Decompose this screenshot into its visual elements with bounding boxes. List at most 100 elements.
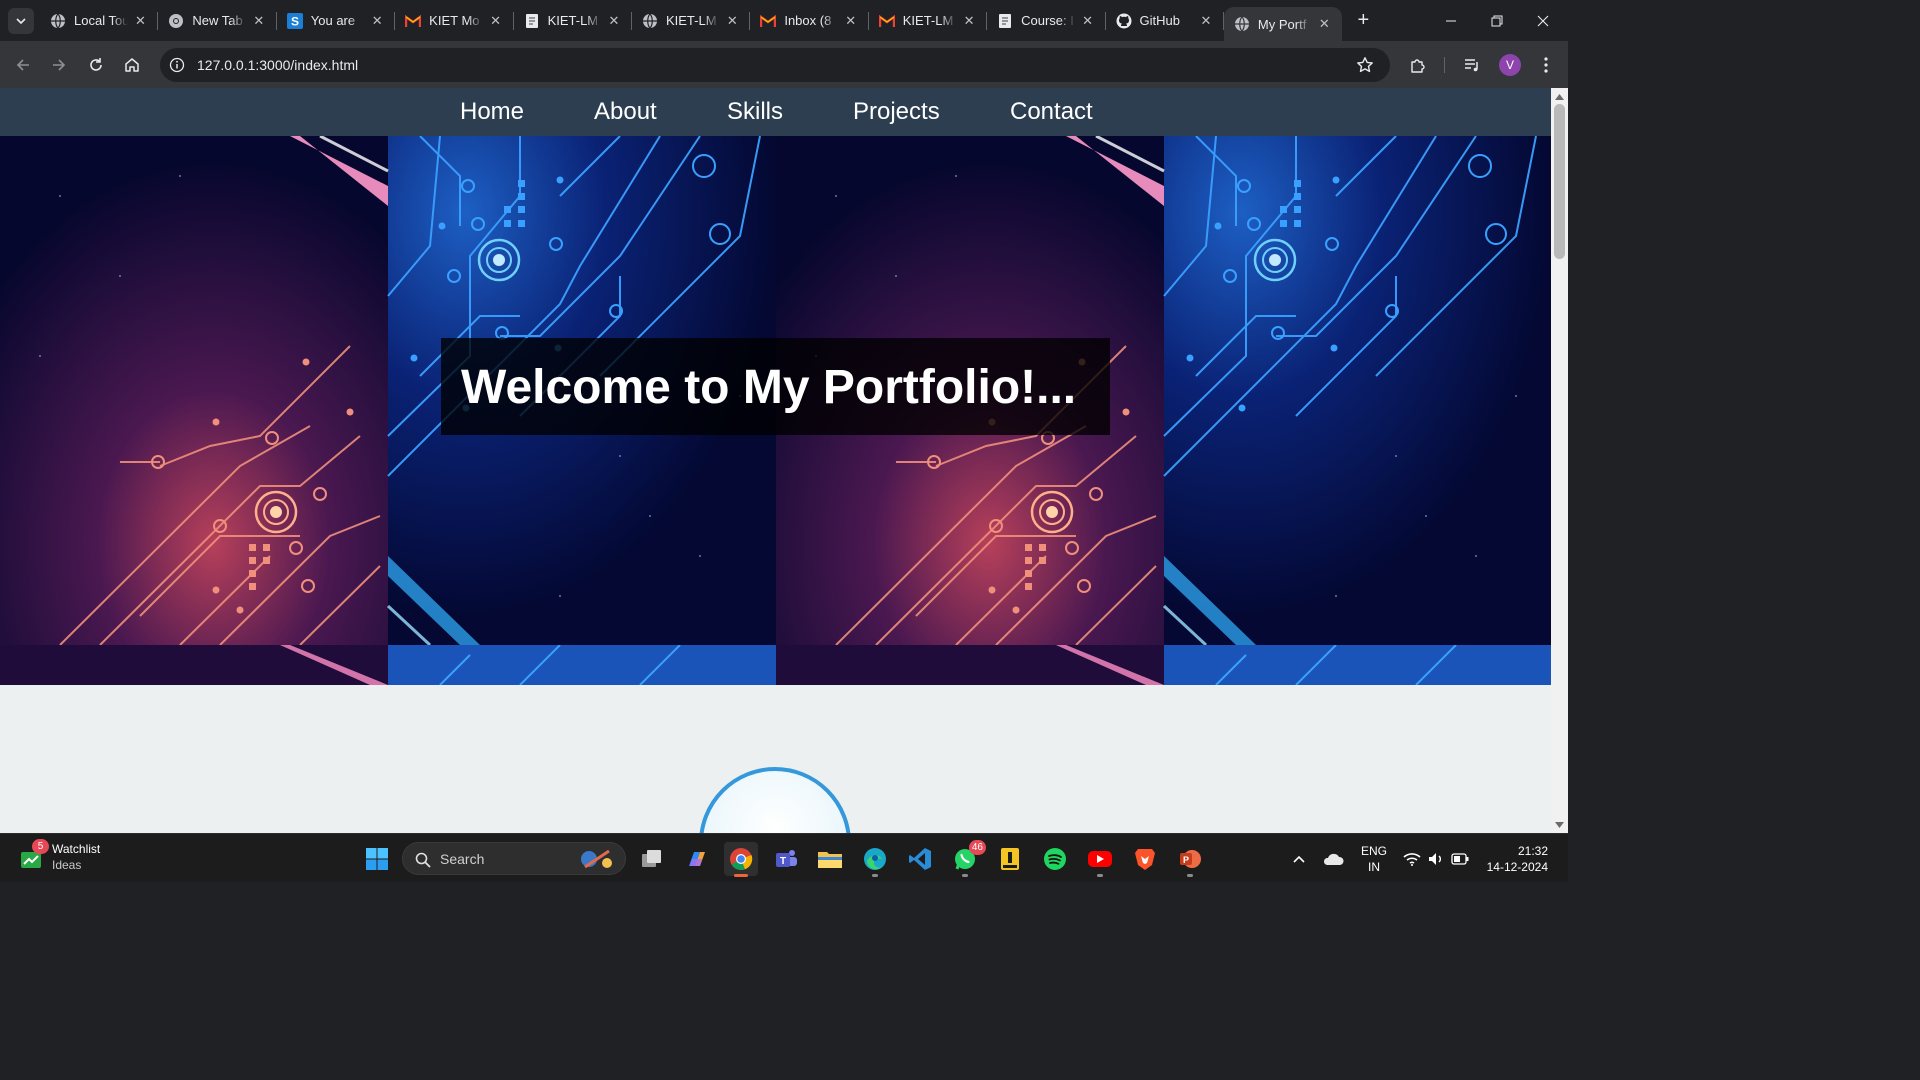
gmail-icon	[760, 13, 777, 29]
nav-home-link[interactable]: Home	[460, 98, 524, 126]
arrow-right-icon	[53, 59, 66, 71]
bookmark-star-icon[interactable]	[1356, 56, 1374, 74]
close-icon[interactable]: ✕	[606, 13, 622, 29]
whatsapp-button[interactable]: 46	[948, 840, 986, 877]
nav-contact-link[interactable]: Contact	[1010, 98, 1093, 126]
task-view-button[interactable]	[635, 842, 669, 876]
show-hidden-icons-button[interactable]	[1286, 842, 1312, 876]
copilot-button[interactable]	[680, 842, 714, 876]
close-icon[interactable]: ✕	[1198, 13, 1214, 29]
running-indicator	[962, 874, 968, 877]
notes-app-button[interactable]	[993, 842, 1027, 876]
chrome-icon	[730, 848, 753, 871]
tab-title: Inbox (8	[784, 13, 832, 28]
close-icon[interactable]: ✕	[843, 13, 859, 29]
tab-active[interactable]: My Portf ✕	[1223, 7, 1343, 41]
tab[interactable]: KIET-LM ✕	[514, 0, 632, 41]
edge-button[interactable]	[858, 842, 892, 877]
home-button[interactable]	[118, 51, 146, 79]
scrollbar-thumb[interactable]	[1554, 104, 1565, 259]
windows-logo-icon	[366, 848, 388, 870]
tab[interactable]: Inbox (8 ✕	[750, 0, 869, 41]
taskbar-search-box[interactable]: Search	[402, 842, 626, 875]
site-info-icon[interactable]	[169, 57, 185, 73]
tab-title: KIET-LM	[665, 13, 717, 28]
clock[interactable]: 21:32 14-12-2024	[1478, 842, 1558, 876]
widgets-button[interactable]: 5 Watchlist Ideas	[18, 839, 158, 876]
scroll-up-icon[interactable]	[1555, 92, 1564, 101]
globe-icon	[642, 13, 658, 29]
extensions-button[interactable]	[1404, 51, 1432, 79]
spotify-button[interactable]	[1038, 842, 1072, 876]
close-icon[interactable]: ✕	[724, 13, 740, 29]
minimize-button[interactable]	[1428, 0, 1474, 41]
start-button[interactable]	[360, 842, 394, 876]
back-button[interactable]	[9, 51, 37, 79]
brave-button[interactable]	[1128, 842, 1162, 876]
nav-projects-link[interactable]: Projects	[853, 98, 940, 126]
forward-button[interactable]	[45, 51, 73, 79]
restore-button[interactable]	[1474, 0, 1520, 41]
home-icon	[125, 58, 139, 72]
tab[interactable]: Local Tour ✕	[40, 0, 159, 41]
tab[interactable]: KIET-LM ✕	[632, 0, 751, 41]
tab-list: Local Tour ✕ New Tab ✕ S You are ✕ KIET …	[40, 0, 1378, 41]
address-bar[interactable]: 127.0.0.1:3000/index.html	[160, 48, 1390, 82]
close-icon[interactable]: ✕	[132, 13, 148, 29]
browser-menu-button[interactable]	[1532, 51, 1560, 79]
chrome-icon	[168, 13, 184, 29]
close-icon[interactable]: ✕	[488, 13, 504, 29]
vscode-button[interactable]	[903, 842, 937, 876]
close-icon[interactable]: ✕	[1080, 13, 1096, 29]
tab-search-button[interactable]	[8, 8, 34, 34]
copilot-icon	[689, 852, 705, 866]
nav-skills-link[interactable]: Skills	[727, 98, 783, 126]
tab[interactable]: GitHub ✕	[1106, 0, 1224, 41]
tab-strip: Local Tour ✕ New Tab ✕ S You are ✕ KIET …	[0, 0, 1568, 41]
tab[interactable]: Course: I ✕	[987, 0, 1106, 41]
tab[interactable]: KIET Mo ✕	[395, 0, 514, 41]
youtube-button[interactable]	[1083, 842, 1117, 877]
tab[interactable]: S You are ✕	[277, 0, 396, 41]
youtube-icon	[1088, 851, 1112, 867]
close-icon[interactable]: ✕	[1316, 16, 1332, 32]
page-scrollbar[interactable]	[1551, 88, 1568, 833]
close-icon[interactable]: ✕	[369, 13, 385, 29]
tab-title: New Tab	[192, 13, 243, 28]
tab[interactable]: New Tab ✕	[158, 0, 277, 41]
reload-button[interactable]	[82, 51, 110, 79]
hero-background-strip	[776, 645, 1551, 685]
quick-settings-button[interactable]	[1400, 842, 1472, 876]
onedrive-button[interactable]	[1318, 842, 1348, 876]
teams-button[interactable]: T	[769, 842, 803, 876]
cloud-icon	[1323, 853, 1344, 865]
teams-icon: T	[776, 850, 797, 867]
more-vert-icon	[1544, 57, 1548, 73]
close-window-button[interactable]	[1520, 0, 1566, 41]
new-tab-button[interactable]: +	[1348, 0, 1378, 41]
notes-icon	[1001, 848, 1019, 870]
toolbar-divider	[1444, 57, 1445, 73]
tab[interactable]: KIET-LM ✕	[869, 0, 988, 41]
language-indicator[interactable]: ENG IN	[1354, 842, 1394, 876]
tab-title: My Portf	[1257, 16, 1307, 32]
widget-badge: 5	[32, 839, 49, 854]
profile-avatar[interactable]: V	[1499, 54, 1521, 76]
battery-icon	[1450, 853, 1469, 865]
close-icon[interactable]: ✕	[251, 13, 267, 29]
running-indicator	[872, 874, 878, 877]
widget-title: Watchlist	[52, 842, 101, 856]
scroll-down-icon[interactable]	[1555, 820, 1564, 829]
nav-about-link[interactable]: About	[594, 98, 657, 126]
powerpoint-button[interactable]: P	[1173, 842, 1207, 877]
file-explorer-button[interactable]	[813, 842, 847, 876]
chrome-taskbar-button[interactable]	[724, 842, 758, 877]
close-icon[interactable]: ✕	[961, 13, 977, 29]
folder-icon	[818, 852, 842, 868]
tab-title: GitHub	[1139, 13, 1180, 28]
chevron-up-icon	[1293, 855, 1305, 863]
clock-time: 21:32	[1517, 844, 1548, 858]
tab-title: You are	[310, 13, 356, 28]
hero-title-box: Welcome to My Portfolio!...	[441, 338, 1110, 435]
media-control-button[interactable]	[1458, 51, 1486, 79]
